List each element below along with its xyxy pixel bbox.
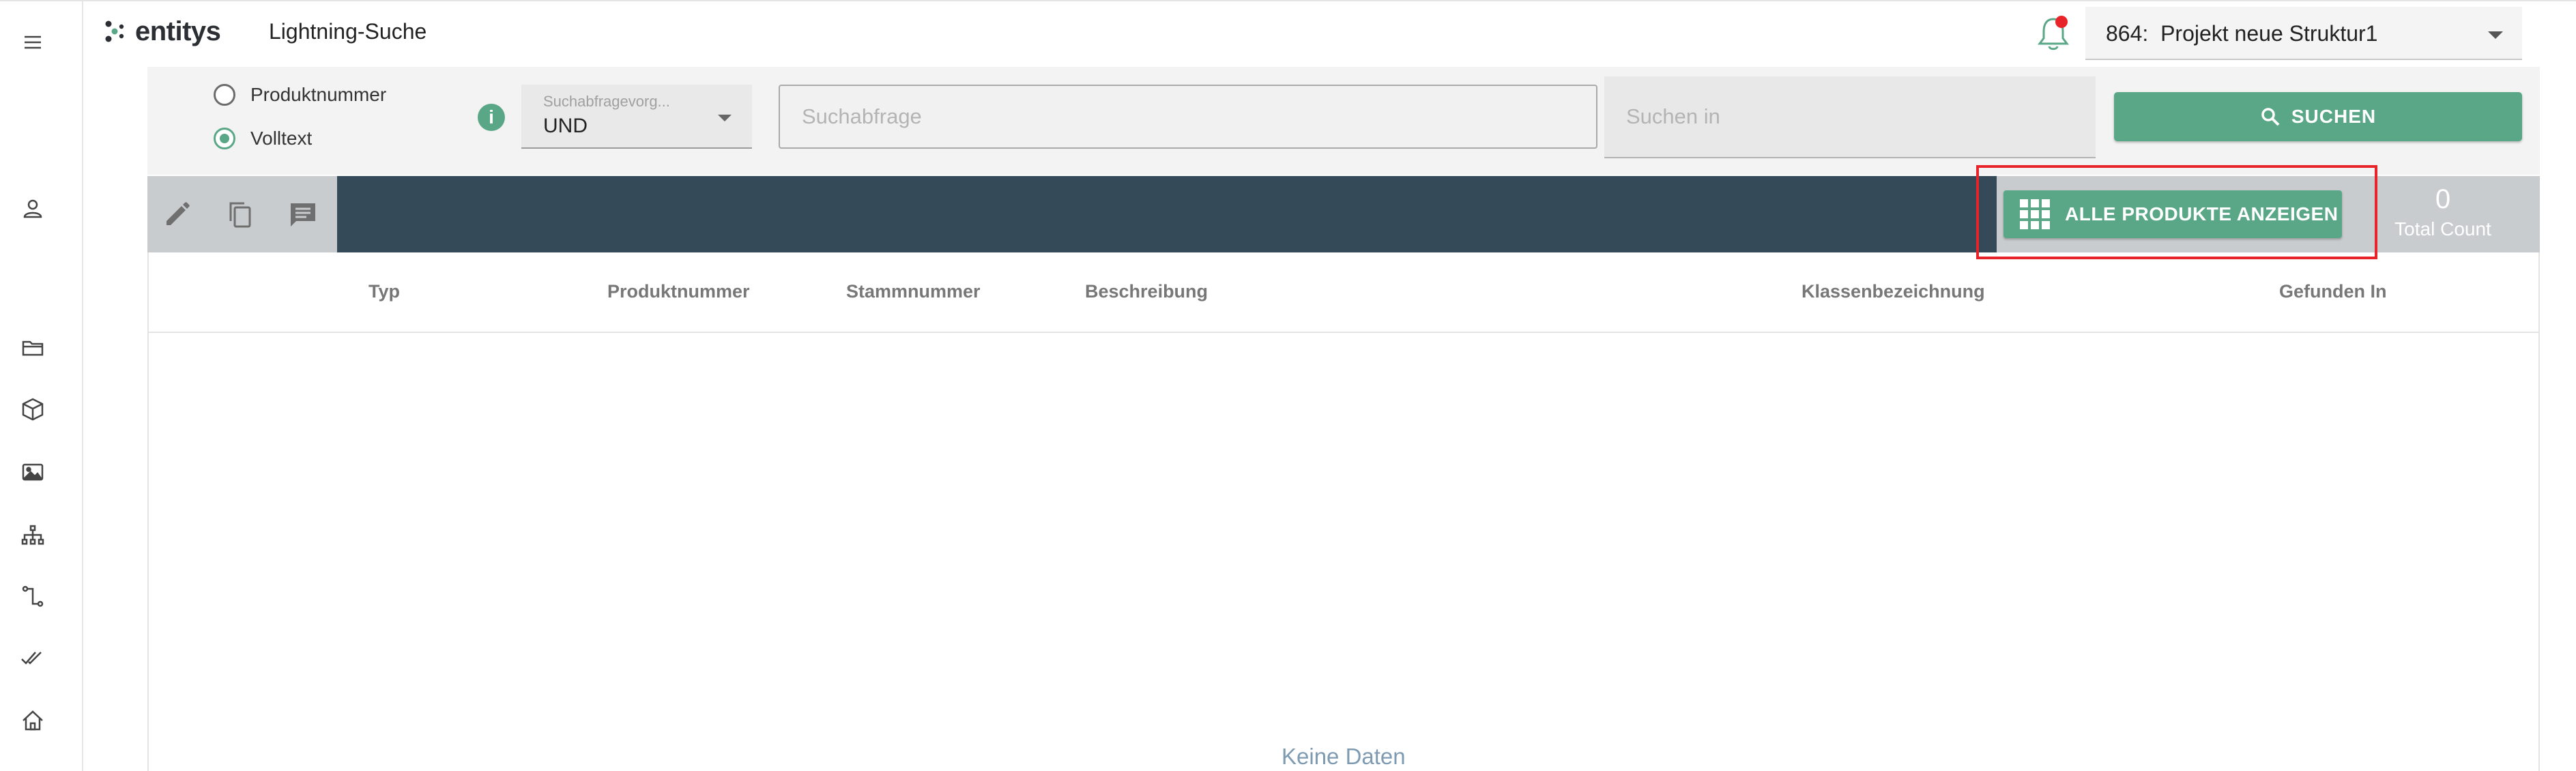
double-check-icon[interactable] [19,644,46,671]
project-selector-value: 864: Projekt neue Struktur1 [2106,21,2378,46]
radio-produktnummer[interactable]: Produktnummer [214,84,386,106]
search-query-input[interactable] [779,85,1597,149]
connector-icon[interactable] [19,583,46,610]
page-title: Lightning-Suche [269,19,427,44]
user-icon[interactable] [19,195,46,222]
highlight-annotation [1976,165,2377,259]
radio-button[interactable] [214,84,235,106]
radio-label: Produktnummer [250,84,387,105]
search-in-input[interactable] [1604,76,2096,158]
operator-select[interactable]: Suchabfragevorg... UND [521,85,752,149]
empty-state-text: Keine Daten [1282,744,1406,769]
operator-select-label: Suchabfragevorg... [543,93,670,110]
radio-volltext[interactable]: Volltext [214,128,312,149]
table-header: Typ Produktnummer Stammnummer Beschreibu… [149,252,2538,333]
column-header-typ[interactable]: Typ [368,281,400,302]
search-button-label: SUCHEN [2291,106,2377,127]
comment-icon[interactable] [287,198,319,231]
results-table: Typ Produktnummer Stammnummer Beschreibu… [147,252,2540,771]
hierarchy-icon[interactable] [19,521,46,549]
edit-pencil-icon[interactable] [161,198,194,231]
search-button[interactable]: SUCHEN [2114,92,2522,141]
column-header-stammnummer[interactable]: Stammnummer [846,281,981,302]
brand-logo[interactable]: entitys [102,15,221,48]
menu-icon[interactable] [19,29,46,56]
home-icon[interactable] [19,707,46,734]
sidebar [0,1,83,771]
info-icon[interactable]: i [478,104,505,131]
notification-bell-icon[interactable] [2034,11,2073,53]
toolbar-actions [147,176,337,252]
total-count-value: 0 [2435,184,2451,214]
logo-mark-icon [105,20,124,42]
column-header-gefunden-in[interactable]: Gefunden In [2279,281,2387,302]
radio-label: Volltext [250,128,313,149]
column-header-produktnummer[interactable]: Produktnummer [607,281,750,302]
cube-icon[interactable] [19,396,46,423]
chevron-down-icon [718,115,732,121]
toolbar-bar [337,176,1997,252]
logo-text: entitys [135,16,221,46]
folder-icon[interactable] [19,334,46,362]
copy-icon[interactable] [224,198,257,231]
operator-select-value: UND [543,115,588,137]
total-count-label: Total Count [2394,218,2491,239]
column-header-klassenbezeichnung[interactable]: Klassenbezeichnung [1801,281,1985,302]
column-header-beschreibung[interactable]: Beschreibung [1085,281,1208,302]
project-selector[interactable]: 864: Projekt neue Struktur1 [2085,7,2522,60]
search-icon [2261,108,2280,126]
image-icon[interactable] [19,459,46,486]
chevron-down-icon [2488,31,2503,39]
radio-button-selected[interactable] [214,128,235,149]
top-border [0,0,2576,1]
